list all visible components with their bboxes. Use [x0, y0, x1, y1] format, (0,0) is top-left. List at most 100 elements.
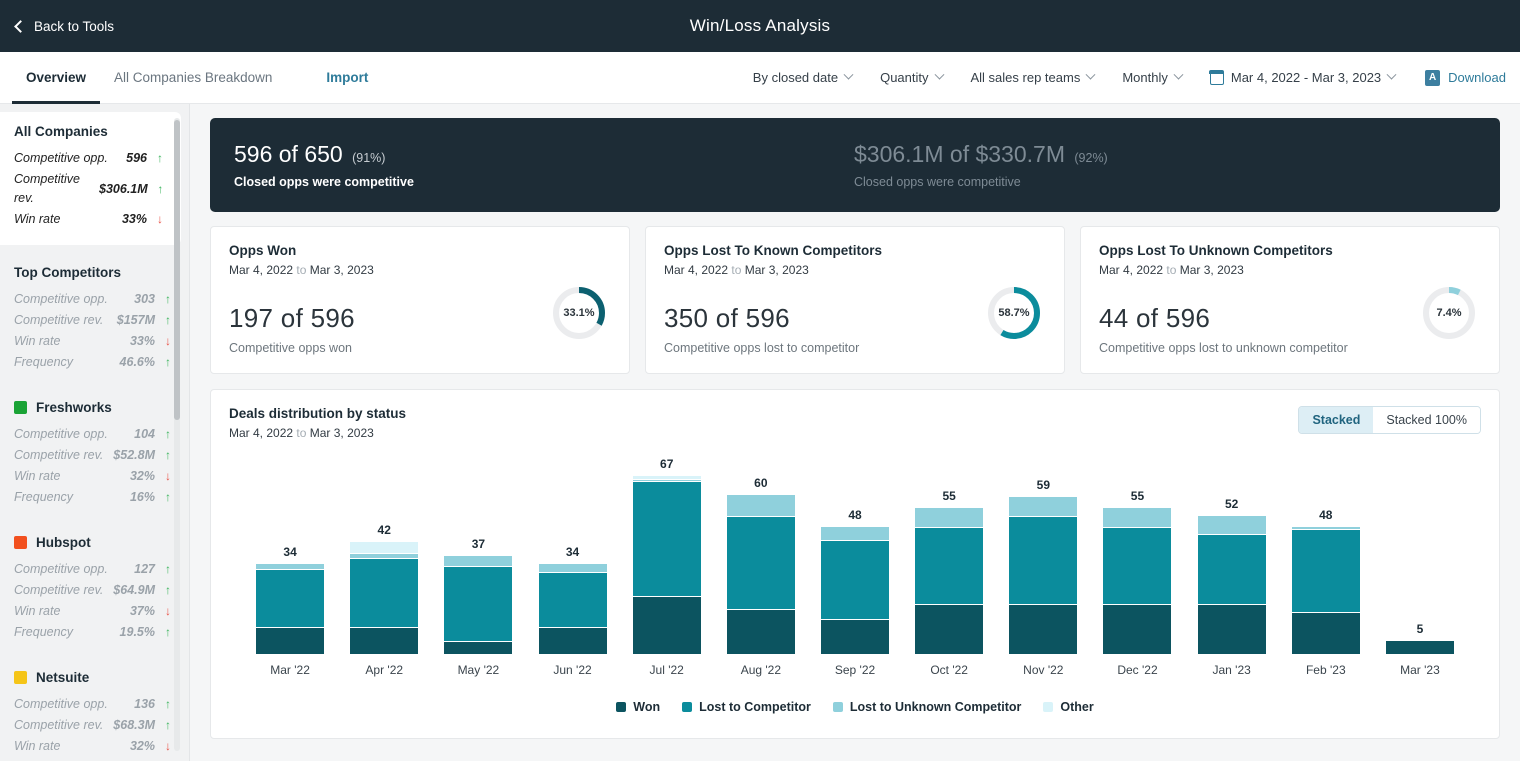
competitor-color-swatch	[14, 671, 27, 684]
bar-column[interactable]: 34	[243, 454, 337, 654]
trend-down-icon: ↓	[165, 739, 171, 753]
bar-segment-lost-to-competitor[interactable]	[726, 515, 795, 609]
trend-up-icon: ↑	[165, 448, 171, 462]
bar-segment-lost-to-unknown-competitor[interactable]	[538, 563, 607, 572]
legend-item[interactable]: Won	[616, 700, 660, 714]
bar-segment-won[interactable]	[1291, 611, 1360, 654]
sidebar-metric-value: $68.3M	[113, 718, 155, 732]
tab-import[interactable]: Import	[312, 53, 382, 104]
bar-column[interactable]: 59	[996, 454, 1090, 654]
bar-column[interactable]: 37	[431, 454, 525, 654]
sidebar-group-label: Hubspot	[36, 535, 91, 550]
legend-item[interactable]: Lost to Unknown Competitor	[832, 700, 1022, 714]
bar-segment-lost-to-unknown-competitor[interactable]	[1103, 507, 1172, 527]
bar-column[interactable]: 5	[1373, 454, 1467, 654]
bar-total-label: 55	[942, 488, 956, 503]
bar-segment-won[interactable]	[821, 619, 890, 654]
bar-segment-lost-to-unknown-competitor[interactable]	[821, 526, 890, 540]
sidebar-group[interactable]: Freshworks Competitive opp. 104 ↑ Competitiv…	[0, 388, 189, 523]
bar-segment-lost-to-competitor[interactable]	[632, 481, 701, 596]
hero-revenue-percent: (92%)	[1074, 151, 1108, 165]
bar-segment-won[interactable]	[915, 603, 984, 654]
bar-segment-lost-to-competitor[interactable]	[538, 571, 607, 628]
kpi-donut-chart: 58.7%	[986, 285, 1042, 341]
filter-by-closed-date[interactable]: By closed date	[739, 69, 866, 85]
bar-segment-lost-to-competitor[interactable]	[256, 569, 325, 628]
sidebar-metric-value: 46.6%	[119, 355, 155, 369]
sidebar-group[interactable]: Top Competitors Competitive opp. 303 ↑ Compe…	[0, 253, 189, 388]
bar-segment-won[interactable]	[726, 608, 795, 654]
bar-segment-won[interactable]	[1197, 603, 1266, 654]
sidebar-group[interactable]: Netsuite Competitive opp. 136 ↑ Competitive …	[0, 658, 189, 761]
bar-segment-won[interactable]	[632, 595, 701, 654]
page-title: Win/Loss Analysis	[689, 16, 831, 35]
bar-segment-lost-to-unknown-competitor[interactable]	[915, 507, 984, 527]
x-axis-label: Sep '22	[834, 663, 876, 677]
x-axis-label: May '22	[457, 663, 500, 677]
sidebar-group[interactable]: Hubspot Competitive opp. 127 ↑ Competitive r…	[0, 523, 189, 658]
chart-date-from: Mar 4, 2022	[229, 426, 294, 440]
trend-up-icon: ↑	[165, 490, 171, 504]
filter-monthly[interactable]: Monthly	[1108, 69, 1196, 85]
bar-stack	[538, 563, 607, 654]
bar-column[interactable]: 52	[1185, 454, 1279, 654]
bar-segment-lost-to-unknown-competitor[interactable]	[1009, 497, 1078, 516]
bar-segment-lost-to-competitor[interactable]	[350, 558, 419, 628]
bar-total-label: 60	[754, 475, 768, 490]
kpi-date-range: Mar 4, 2022 to Mar 3, 2023	[229, 263, 611, 277]
sidebar-metric-value: 33%	[121, 212, 147, 226]
bar-column[interactable]: 34	[525, 454, 619, 654]
hero-revenue-headline: $306.1M of $330.7M (92%)	[854, 141, 1474, 168]
bar-segment-won[interactable]	[1009, 603, 1078, 654]
kpi-caption: Competitive opps won	[229, 341, 352, 355]
bar-segment-lost-to-unknown-competitor[interactable]	[1197, 515, 1266, 535]
filter-quantity[interactable]: Quantity	[866, 69, 956, 85]
bar-segment-lost-to-competitor[interactable]	[821, 539, 890, 620]
sidebar-metric-row: Win rate 37% ↓	[14, 602, 175, 621]
bar-segment-won[interactable]	[444, 640, 513, 654]
bar-segment-lost-to-competitor[interactable]	[1009, 515, 1078, 604]
bar-column[interactable]: 55	[902, 454, 996, 654]
bar-segment-lost-to-competitor[interactable]	[1291, 529, 1360, 612]
filter-sales-rep-teams[interactable]: All sales rep teams	[957, 69, 1109, 85]
chevron-down-icon	[1386, 69, 1397, 80]
bar-segment-won[interactable]	[256, 627, 325, 654]
bar-segment-lost-to-competitor[interactable]	[1103, 526, 1172, 604]
chart-mode-stacked[interactable]: Stacked	[1299, 407, 1374, 433]
legend-item[interactable]: Lost to Competitor	[682, 700, 811, 714]
tab-all-companies-breakdown-label: All Companies Breakdown	[114, 69, 273, 85]
bar-column[interactable]: 48	[1279, 454, 1373, 654]
bar-segment-lost-to-competitor[interactable]	[1197, 534, 1266, 604]
legend-label: Lost to Unknown Competitor	[849, 700, 1022, 714]
bar-column[interactable]: 55	[1090, 454, 1184, 654]
bar-segment-lost-to-unknown-competitor[interactable]	[726, 494, 795, 516]
legend-item[interactable]: Other	[1043, 700, 1094, 714]
bar-segment-won[interactable]	[1103, 603, 1172, 654]
sidebar-metric-value: 32%	[129, 469, 155, 483]
sidebar-metric-row: Frequency 19.5% ↑	[14, 623, 175, 642]
sidebar-scrollbar-thumb[interactable]	[174, 120, 180, 420]
trend-down-icon: ↓	[165, 604, 171, 618]
bar-total-label: 67	[660, 457, 674, 472]
bar-segment-won[interactable]	[1385, 640, 1454, 654]
filter-date-range[interactable]: Mar 4, 2022 - Mar 3, 2023	[1196, 69, 1409, 85]
bar-column[interactable]: 48	[808, 454, 902, 654]
bar-segment-lost-to-competitor[interactable]	[915, 526, 984, 604]
bar-column[interactable]: 42	[337, 454, 431, 654]
chevron-down-icon	[1085, 69, 1096, 80]
bar-column[interactable]: 67	[620, 454, 714, 654]
download-button[interactable]: Download	[1409, 69, 1506, 86]
bar-segment-won[interactable]	[538, 627, 607, 654]
main-content: 596 of 650 (91%) Closed opps were compet…	[190, 104, 1520, 761]
bar-stack	[256, 563, 325, 654]
tab-overview[interactable]: Overview	[12, 53, 101, 104]
bar-column[interactable]: 60	[714, 454, 808, 654]
tab-all-companies-breakdown[interactable]: All Companies Breakdown	[100, 53, 286, 104]
bar-segment-other[interactable]	[350, 542, 419, 554]
bar-segment-won[interactable]	[350, 627, 419, 654]
competitor-color-swatch	[14, 536, 27, 549]
sidebar-group[interactable]: All Companies Competitive opp. 596 ↑ Competi…	[0, 112, 181, 245]
bar-segment-lost-to-competitor[interactable]	[444, 566, 513, 641]
chart-mode-stacked-100[interactable]: Stacked 100%	[1373, 407, 1480, 433]
bar-segment-lost-to-unknown-competitor[interactable]	[444, 555, 513, 567]
